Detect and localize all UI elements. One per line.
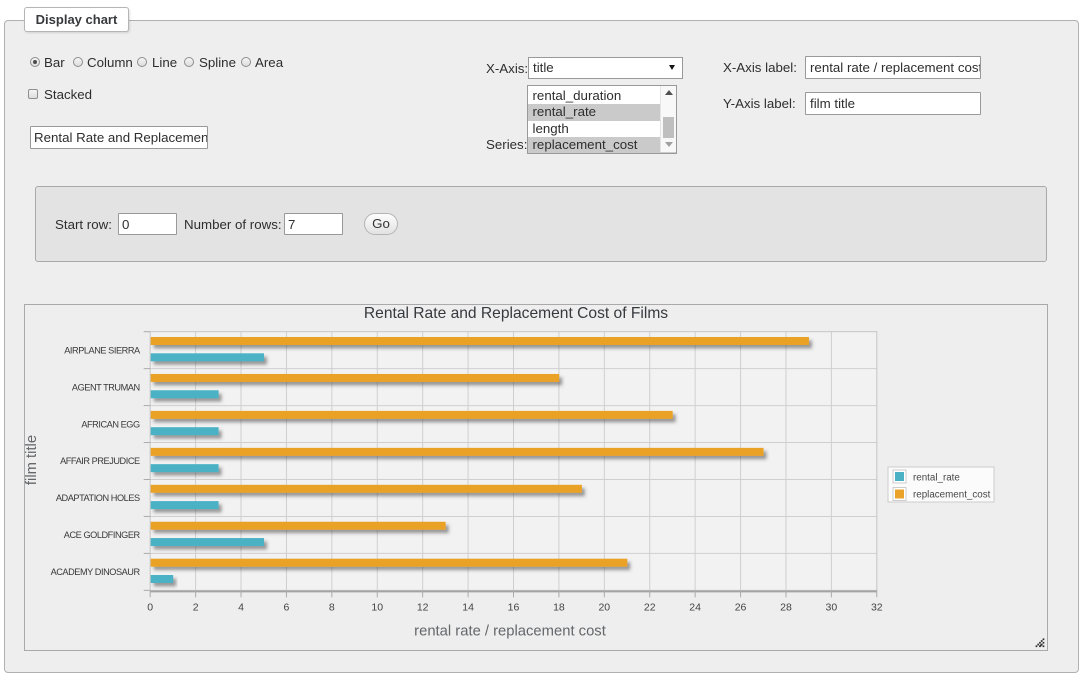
- svg-text:32: 32: [871, 601, 883, 613]
- svg-text:ACE GOLDFINGER: ACE GOLDFINGER: [64, 530, 141, 540]
- svg-text:AGENT TRUMAN: AGENT TRUMAN: [72, 382, 140, 392]
- svg-text:replacement_cost: replacement_cost: [913, 490, 991, 501]
- svg-text:8: 8: [329, 601, 335, 613]
- svg-text:28: 28: [780, 601, 792, 613]
- svg-text:rental_rate: rental_rate: [913, 473, 960, 484]
- svg-text:ADAPTATION HOLES: ADAPTATION HOLES: [56, 493, 140, 503]
- svg-text:12: 12: [417, 601, 429, 613]
- svg-text:24: 24: [689, 601, 701, 613]
- svg-text:film title: film title: [24, 435, 40, 485]
- svg-text:26: 26: [735, 601, 747, 613]
- svg-text:2: 2: [193, 601, 199, 613]
- svg-text:30: 30: [826, 601, 838, 613]
- svg-text:6: 6: [284, 601, 290, 613]
- svg-text:20: 20: [598, 601, 610, 613]
- svg-text:4: 4: [238, 601, 244, 613]
- svg-text:AFFAIR PREJUDICE: AFFAIR PREJUDICE: [60, 456, 140, 466]
- svg-text:ACADEMY DINOSAUR: ACADEMY DINOSAUR: [51, 567, 141, 577]
- svg-text:AIRPLANE SIERRA: AIRPLANE SIERRA: [64, 345, 141, 355]
- svg-text:10: 10: [371, 601, 383, 613]
- svg-text:16: 16: [508, 601, 520, 613]
- svg-text:18: 18: [553, 601, 565, 613]
- svg-text:22: 22: [644, 601, 656, 613]
- svg-text:rental rate / replacement cost: rental rate / replacement cost: [414, 624, 606, 640]
- svg-text:0: 0: [147, 601, 153, 613]
- svg-text:14: 14: [462, 601, 474, 613]
- svg-text:Rental Rate and Replacement Co: Rental Rate and Replacement Cost of Film…: [364, 305, 668, 322]
- svg-text:AFRICAN EGG: AFRICAN EGG: [81, 419, 140, 429]
